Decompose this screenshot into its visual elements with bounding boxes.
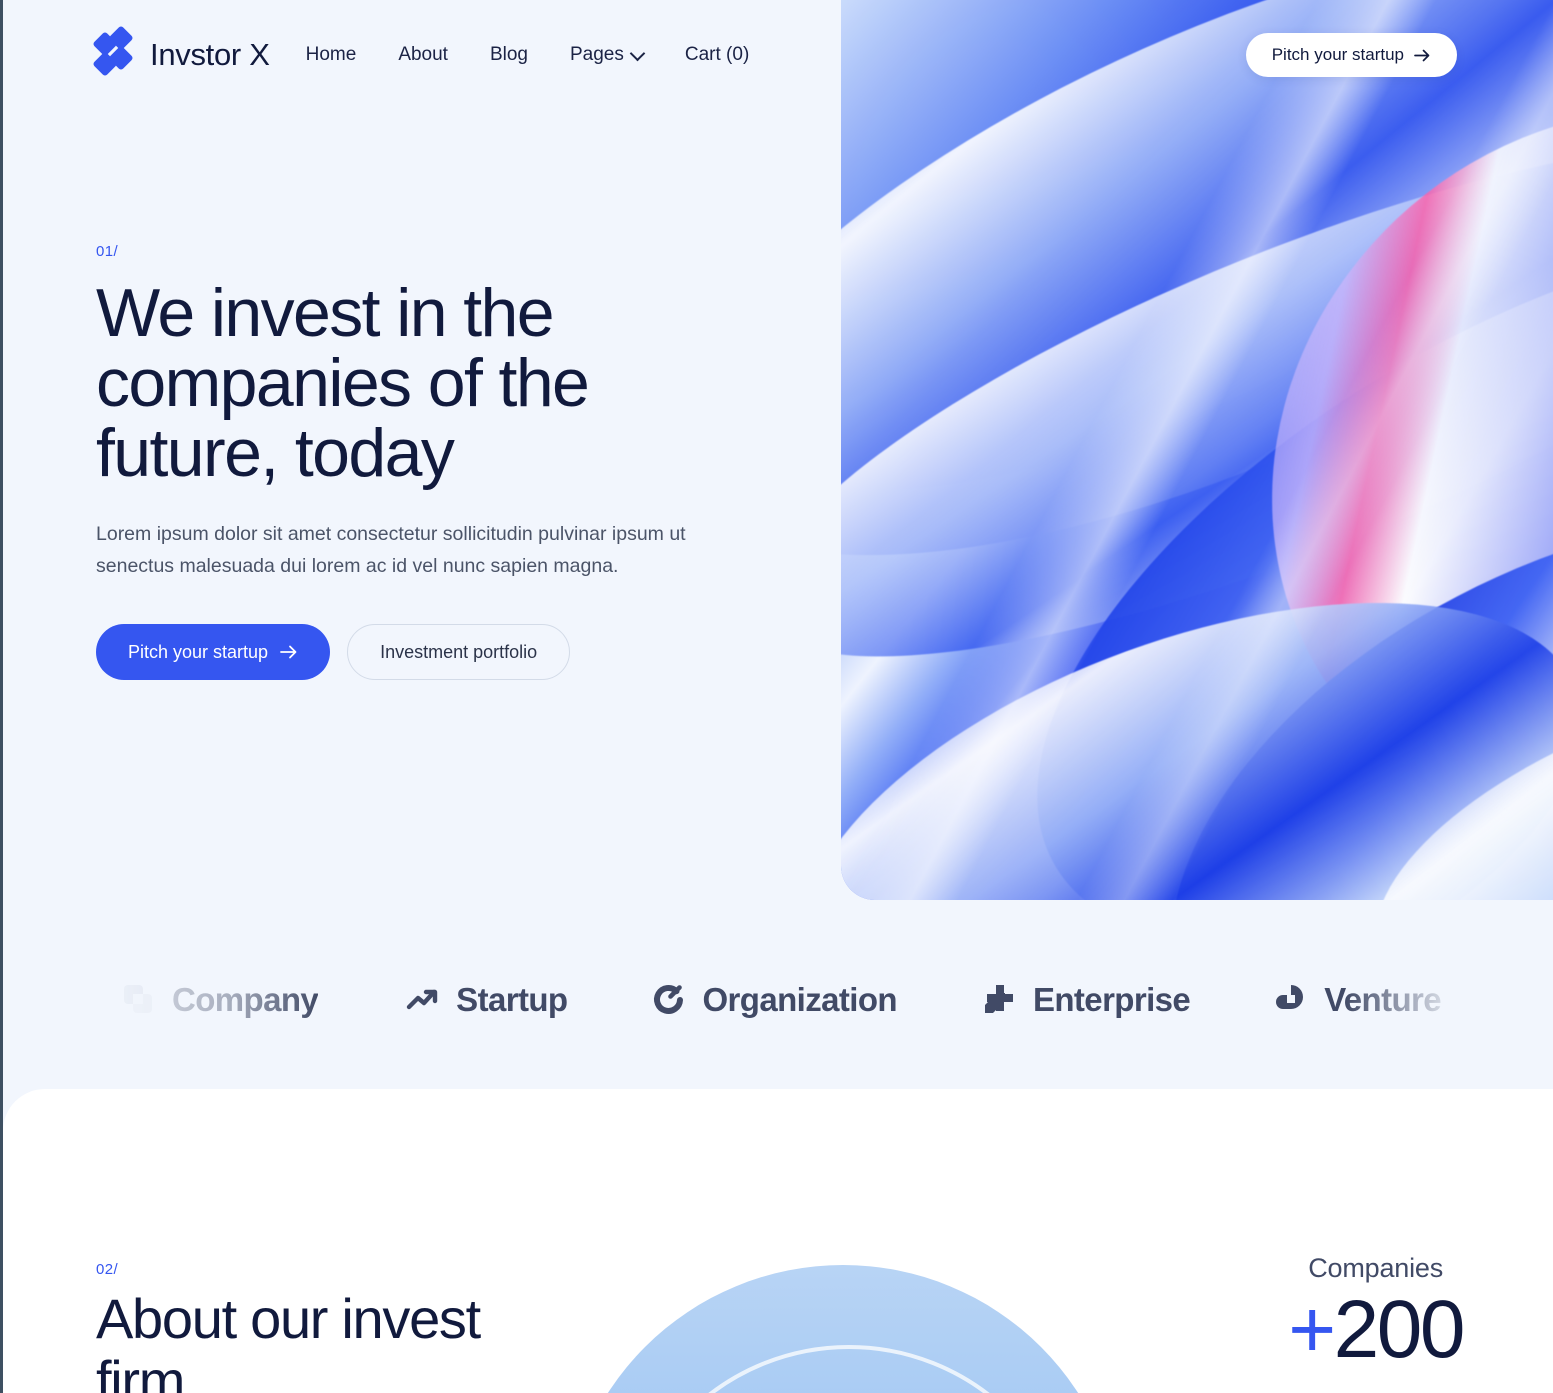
hero-paragraph: Lorem ipsum dolor sit amet consectetur s… xyxy=(96,523,686,577)
hero-button-row: Pitch your startup Investment portfolio xyxy=(96,624,756,680)
nav-item-cart[interactable]: Cart (0) xyxy=(685,44,749,66)
brand-name: Invstor X xyxy=(150,37,270,72)
hero-eyebrow: 01/ xyxy=(96,243,119,260)
site-header: Invstor X Home About Blog Pages Cart (0)… xyxy=(0,0,1553,110)
arrow-right-icon xyxy=(280,645,297,659)
stat-label: Companies xyxy=(1308,1253,1444,1283)
nav-item-home[interactable]: Home xyxy=(306,44,357,66)
investment-portfolio-button[interactable]: Investment portfolio xyxy=(347,624,571,680)
logo-item-company: Company xyxy=(122,981,319,1019)
nav-item-pages[interactable]: Pages xyxy=(570,44,643,66)
stat-number: 200 xyxy=(1333,1284,1466,1375)
logo-name: Startup xyxy=(456,981,568,1018)
companies-stat: Companies + 200 xyxy=(1288,1253,1466,1376)
logo-name: Venture xyxy=(1324,981,1442,1018)
about-heading: About our invest firm xyxy=(96,1287,481,1393)
stat-value-row: + 200 xyxy=(1288,1284,1466,1376)
stat-plus-sign: + xyxy=(1288,1284,1336,1375)
c-slash-circle-icon xyxy=(654,984,684,1014)
hero-content: 01/ We invest in the companies of the fu… xyxy=(96,243,756,680)
about-eyebrow: 02/ xyxy=(96,1261,119,1278)
hero-pitch-label: Pitch your startup xyxy=(128,641,269,662)
arrow-right-icon xyxy=(1414,49,1430,61)
about-panel: 02/ About our invest firm Companies + 20… xyxy=(3,1089,1553,1393)
investment-portfolio-label: Investment portfolio xyxy=(380,641,538,662)
diamond-cluster-icon xyxy=(92,25,136,77)
about-content: 02/ About our invest firm xyxy=(96,1261,536,1393)
nav-label: Pages xyxy=(570,44,624,65)
nav-label: About xyxy=(398,44,448,65)
hero-image xyxy=(841,0,1553,900)
header-pitch-button[interactable]: Pitch your startup xyxy=(1245,33,1457,77)
main-nav: Home About Blog Pages Cart (0) xyxy=(306,44,750,66)
logo-name: Enterprise xyxy=(1032,981,1191,1018)
logo-item-enterprise: Enterprise xyxy=(983,981,1191,1019)
logo-item-venture: Venture xyxy=(1274,981,1442,1019)
nav-item-about[interactable]: About xyxy=(398,44,448,66)
logo-marquee: Company Startup Organization Enterprise xyxy=(0,955,1553,1045)
nav-item-blog[interactable]: Blog xyxy=(490,44,528,66)
logo-name: Organization xyxy=(702,981,897,1018)
page-root: Invstor X Home About Blog Pages Cart (0)… xyxy=(0,0,1553,1393)
brand-logo[interactable]: Invstor X xyxy=(92,25,270,77)
logo-name: Company xyxy=(172,981,319,1018)
nav-label: Cart (0) xyxy=(684,44,750,65)
left-edge-strip xyxy=(0,0,3,1393)
chevron-down-icon xyxy=(632,48,643,59)
nav-label: Blog xyxy=(489,44,528,65)
hero-sheen-overlay xyxy=(841,0,1553,900)
logo-item-startup: Startup xyxy=(406,981,568,1019)
nav-label: Home xyxy=(305,44,357,65)
hero-heading: We invest in the companies of the future… xyxy=(96,275,590,491)
layers-square-icon xyxy=(124,985,152,1013)
logo-item-organization: Organization xyxy=(652,981,898,1019)
header-pitch-label: Pitch your startup xyxy=(1271,45,1404,64)
half-disc-icon xyxy=(1276,985,1304,1009)
cross-blocks-icon xyxy=(984,985,1013,1013)
hero-pitch-button[interactable]: Pitch your startup xyxy=(96,624,331,680)
trending-up-arrow-icon xyxy=(406,989,438,1010)
